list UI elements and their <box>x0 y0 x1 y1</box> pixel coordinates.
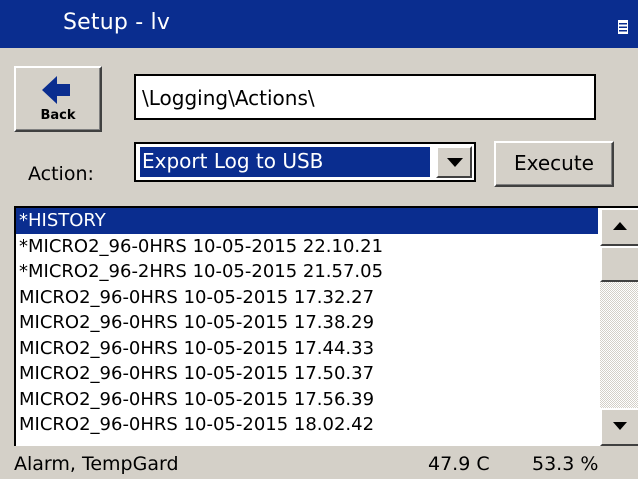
window-title: Setup - lv <box>63 10 171 35</box>
status-text: Alarm, TempGard <box>14 453 179 475</box>
back-button[interactable]: Back <box>14 66 102 132</box>
chevron-down-icon <box>447 158 463 167</box>
list-item[interactable]: *HISTORY <box>16 208 598 234</box>
action-select[interactable]: Export Log to USB <box>134 142 476 182</box>
list-item[interactable]: MICRO2_96-0HRS 10-05-2015 17.38.29 <box>16 310 598 336</box>
scroll-down-button[interactable] <box>600 408 638 446</box>
list-item[interactable]: MICRO2_96-0HRS 10-05-2015 18.02.42 <box>16 412 598 438</box>
scrollbar[interactable] <box>600 208 638 446</box>
action-label: Action: <box>28 163 94 185</box>
log-list[interactable]: *HISTORY *MICRO2_96-0HRS 10-05-2015 22.10… <box>14 206 638 446</box>
scroll-up-icon <box>613 222 627 230</box>
status-bar: Alarm, TempGard 47.9 C 53.3 % <box>0 448 638 479</box>
menu-icon[interactable] <box>618 20 628 34</box>
list-item[interactable]: MICRO2_96-0HRS 10-05-2015 17.56.39 <box>16 387 598 413</box>
humidity-readout: 53.3 % <box>532 453 599 475</box>
scroll-thumb[interactable] <box>600 246 638 282</box>
execute-button[interactable]: Execute <box>494 141 614 187</box>
temperature-readout: 47.9 C <box>428 453 490 475</box>
scroll-down-icon <box>613 422 627 430</box>
log-list-items: *HISTORY *MICRO2_96-0HRS 10-05-2015 22.10… <box>16 208 598 446</box>
back-arrow-icon <box>42 76 70 104</box>
list-item[interactable]: MICRO2_96-0HRS 10-05-2015 17.32.27 <box>16 285 598 311</box>
list-item[interactable]: *MICRO2_96-2HRS 10-05-2015 21.57.05 <box>16 259 598 285</box>
path-field[interactable]: \Logging\Actions\ <box>134 74 596 120</box>
list-item[interactable]: MICRO2_96-0HRS 10-05-2015 17.44.33 <box>16 336 598 362</box>
title-bar: Setup - lv <box>0 0 638 48</box>
back-button-label: Back <box>40 108 76 123</box>
action-dropdown-button[interactable] <box>436 146 472 178</box>
list-item[interactable]: *MICRO2_96-0HRS 10-05-2015 22.10.21 <box>16 234 598 260</box>
action-selected-value: Export Log to USB <box>140 147 430 177</box>
scroll-up-button[interactable] <box>600 208 638 246</box>
list-item[interactable]: MICRO2_96-0HRS 10-05-2015 17.50.37 <box>16 361 598 387</box>
